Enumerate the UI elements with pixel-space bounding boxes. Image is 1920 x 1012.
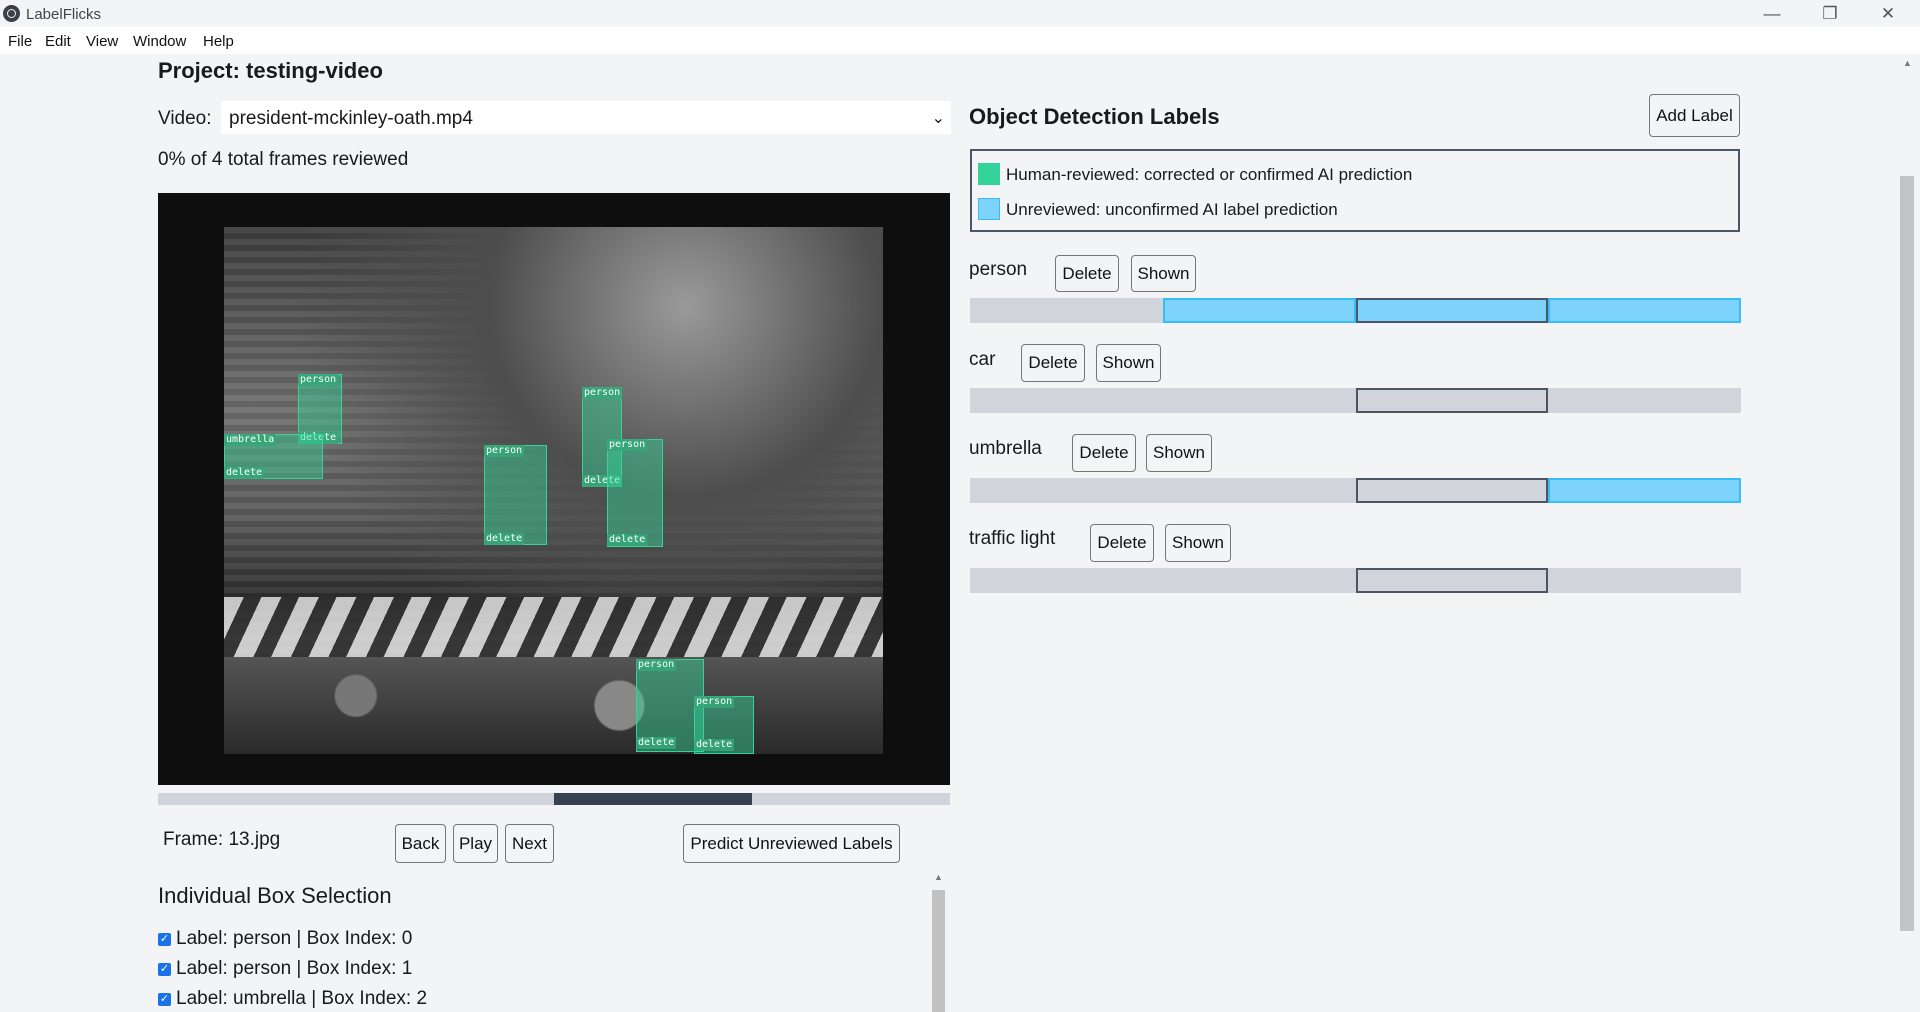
box-label: person [582,387,623,399]
frame-track-umbrella[interactable] [970,478,1741,503]
legend-item-reviewed: Human-reviewed: corrected or confirmed A… [978,163,1412,185]
frame-track-car[interactable] [970,388,1741,413]
box-list-scrollbar[interactable]: ▲ [930,872,947,1012]
legend: Human-reviewed: corrected or confirmed A… [970,149,1740,232]
checkbox-checked-icon[interactable]: ✓ [158,963,171,976]
title-bar: LabelFlicks — ❐ ✕ [0,0,1920,27]
predict-unreviewed-labels-button[interactable]: Predict Unreviewed Labels [683,824,900,863]
checkbox-checked-icon[interactable]: ✓ [158,993,171,1006]
shown-label-car-toggle[interactable]: Shown [1096,344,1161,382]
app-title: LabelFlicks [26,6,102,23]
shown-label-umbrella-toggle[interactable]: Shown [1146,434,1212,472]
frame-scrubber-thumb[interactable] [554,793,752,805]
box-delete-link[interactable]: delete [607,534,648,546]
frame-segment[interactable] [1355,298,1549,323]
box-label: person [484,445,525,457]
label-name-umbrella: umbrella [969,438,1042,459]
play-button[interactable]: Play [453,824,498,863]
frame-scrubber[interactable] [158,793,950,805]
label-name-traffic-light: traffic light [969,528,1056,549]
minimize-button[interactable]: — [1743,0,1801,27]
next-button[interactable]: Next [505,824,554,863]
box-delete-link[interactable]: delete [694,739,735,751]
delete-label-umbrella-button[interactable]: Delete [1072,434,1136,472]
box-label: person [607,439,648,451]
box-selection-item[interactable]: ✓ Label: umbrella | Box Index: 2 [158,988,427,1010]
frame-track-person[interactable] [970,298,1741,323]
box-label: person [694,696,735,708]
page-scrollbar[interactable] [1900,176,1914,931]
delete-label-car-button[interactable]: Delete [1021,344,1085,382]
box-delete-link[interactable]: delete [636,737,677,749]
label-name-car: car [969,349,996,370]
legend-unreviewed-text: Unreviewed: unconfirmed AI label predict… [1006,200,1338,219]
menu-view[interactable]: View [86,33,118,50]
video-frame-image: person delete umbrella delete person del… [224,227,883,754]
shown-label-traffic-light-toggle[interactable]: Shown [1165,524,1231,562]
legend-reviewed-text: Human-reviewed: corrected or confirmed A… [1006,165,1413,184]
object-detection-labels-title: Object Detection Labels [969,104,1220,129]
bounding-box[interactable] [484,445,547,545]
frame-segment[interactable] [1162,298,1356,323]
chevron-down-icon: ⌄ [931,110,945,127]
frame-segment[interactable] [1355,388,1549,413]
menu-bar: File Edit View Window Help [0,27,1920,54]
box-selection-item[interactable]: ✓ Label: person | Box Index: 1 [158,958,412,980]
video-select[interactable]: president-mckinley-oath.mp4 ⌄ [221,101,951,134]
restore-button[interactable]: ❐ [1801,0,1859,27]
frame-track-traffic-light[interactable] [970,568,1741,593]
menu-window[interactable]: Window [133,33,186,50]
unreviewed-swatch [978,198,1000,220]
legend-item-unreviewed: Unreviewed: unconfirmed AI label predict… [978,198,1338,220]
video-frame: person delete umbrella delete person del… [158,193,950,785]
scroll-up-arrow-icon[interactable]: ▲ [934,872,943,882]
bounding-box[interactable] [607,439,663,547]
box-selection-label: Label: person | Box Index: 1 [176,958,413,979]
menu-edit[interactable]: Edit [45,33,71,50]
checkbox-checked-icon[interactable]: ✓ [158,933,171,946]
reviewed-swatch [978,163,1000,185]
menu-help[interactable]: Help [203,33,234,50]
video-select-value: president-mckinley-oath.mp4 [229,108,473,129]
box-label: umbrella [224,434,277,446]
box-label: person [636,659,677,671]
shown-label-person-toggle[interactable]: Shown [1131,255,1196,292]
label-name-person: person [969,259,1028,280]
box-selection-label: Label: person | Box Index: 0 [176,928,413,949]
box-list-scroll-thumb[interactable] [932,890,945,1012]
app-logo-icon [3,5,20,22]
video-select-label: Video: [158,108,212,129]
page-scroll-up-arrow-icon[interactable]: ▲ [1903,58,1912,68]
box-delete-link[interactable]: delete [224,467,265,479]
close-button[interactable]: ✕ [1859,0,1917,27]
frame-segment[interactable] [1548,298,1741,323]
frame-segment[interactable] [1355,478,1549,503]
frame-segment[interactable] [1548,478,1741,503]
frame-crowd [224,657,883,754]
individual-box-selection-title: Individual Box Selection [158,883,392,908]
box-delete-link[interactable]: delete [484,533,525,545]
box-label: person [298,374,339,386]
frame-flag-stripes [224,597,883,657]
frame-segment[interactable] [1355,568,1549,593]
delete-label-traffic-light-button[interactable]: Delete [1090,524,1154,562]
add-label-button[interactable]: Add Label [1649,94,1740,137]
box-selection-item[interactable]: ✓ Label: person | Box Index: 0 [158,928,412,950]
box-selection-label: Label: umbrella | Box Index: 2 [176,988,428,1009]
delete-label-person-button[interactable]: Delete [1055,255,1119,292]
back-button[interactable]: Back [395,824,446,863]
review-progress-text: 0% of 4 total frames reviewed [158,149,409,170]
frame-name: Frame: 13.jpg [163,829,281,850]
menu-file[interactable]: File [8,33,32,50]
project-title: Project: testing-video [158,58,383,83]
